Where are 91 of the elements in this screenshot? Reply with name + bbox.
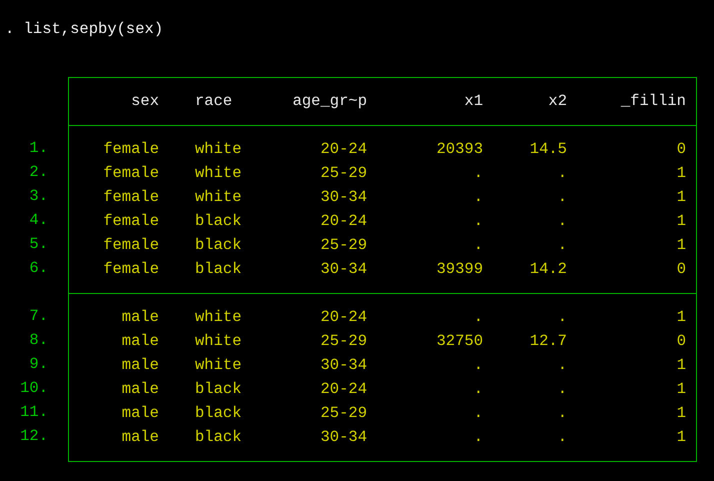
table-cell-text: 25-29 [319,331,367,352]
table-cell-text: 25-29 [319,235,367,256]
column-header: race [194,91,234,112]
table-cell-text: 30-34 [319,427,367,448]
table-cell-text: male [120,427,159,448]
table-cell-text: 20-24 [319,307,367,328]
table-cell-text: 1 [676,211,686,232]
table-cell-text: . [472,235,483,256]
table-cell-text: 1 [676,403,686,424]
table-cell-text: . [556,187,567,208]
table-cell-text: female [102,259,159,280]
row-number: 2. [29,162,48,183]
table-cell-text: male [120,307,159,328]
row-number: 9. [29,354,48,375]
table-cell-text: 30-34 [319,187,367,208]
table-cell-text: 1 [676,427,686,448]
table-cell-text: female [102,163,159,184]
table-cell-text: male [120,403,159,424]
column-header: age_gr~p [292,91,367,112]
table-cell-text: male [120,355,159,376]
table-cell-text: black [194,211,243,232]
table-cell-text: white [194,139,243,160]
table-cell-text: 0 [676,139,686,160]
table-cell-text: 1 [676,163,686,184]
table-cell-text: . [556,211,567,232]
table-cell-text: 1 [676,379,686,400]
table-cell-text: black [194,259,243,280]
table-cell-text: male [120,331,159,352]
table-cell-text: 20-24 [319,211,367,232]
row-number: 12. [20,426,48,447]
table-cell-text: 14.2 [528,259,567,280]
row-number: 11. [20,402,48,423]
table-cell-text: . [472,211,483,232]
table-cell-text: 39399 [435,259,483,280]
table-cell-text: . [556,307,567,328]
table-cell-text: white [194,163,243,184]
table-cell-text: black [194,427,243,448]
table-cell-text: female [102,187,159,208]
table-cell-text: white [194,331,243,352]
table-cell-text: female [102,235,159,256]
table-cell-text: 1 [676,307,686,328]
table-cell-text: black [194,403,243,424]
column-header: x2 [547,91,567,112]
table-cell-text: white [194,187,243,208]
table-cell-text: 30-34 [319,355,367,376]
table-cell-text: 0 [676,331,686,352]
table-cell-text: 1 [676,355,686,376]
row-number: 1. [29,138,48,159]
table-cell-text: white [194,355,243,376]
table-cell-text: . [472,187,483,208]
table-cell-text: . [556,235,567,256]
table-cell-text: 20393 [435,139,483,160]
table-cell-text: 1 [676,235,686,256]
table-cell-text: . [556,355,567,376]
table-cell-text: . [472,163,483,184]
table-cell-text: . [472,403,483,424]
row-number: 4. [29,210,48,231]
table-cell-text: 25-29 [319,403,367,424]
row-number: 6. [29,258,48,279]
table-cell-text: 20-24 [319,379,367,400]
row-number: 3. [29,186,48,207]
table-cell-text: 14.5 [528,139,567,160]
table-cell-text: white [194,307,243,328]
table-cell-text: 20-24 [319,139,367,160]
table-cell-text: female [102,139,159,160]
table-cell-text: . [556,403,567,424]
row-number: 7. [29,306,48,327]
table-cell-text: 25-29 [319,163,367,184]
table-cell-text: . [556,379,567,400]
column-header: x1 [463,91,483,112]
table-cell-text: . [472,307,483,328]
table-cell-text: black [194,379,243,400]
column-header: sex [130,91,159,112]
column-header: _fillin [620,91,686,112]
table-cell-text: . [472,379,483,400]
table-cell-text: 30-34 [319,259,367,280]
table-cell-text: male [120,379,159,400]
table-cell-text: 32750 [435,331,483,352]
command-text: . list,sepby(sex) [5,20,164,38]
table-cell-text: 0 [676,259,686,280]
row-number: 10. [20,378,48,399]
row-number: 5. [29,234,48,255]
table-cell-text: 12.7 [528,331,567,352]
row-number: 8. [29,330,48,351]
table-cell-text: . [556,427,567,448]
table-cell-text: . [556,163,567,184]
table-cell-text: black [194,235,243,256]
table-cell-text: . [472,355,483,376]
table-cell-text: female [102,211,159,232]
table-cell-text: 1 [676,187,686,208]
table-cell-text: . [472,427,483,448]
